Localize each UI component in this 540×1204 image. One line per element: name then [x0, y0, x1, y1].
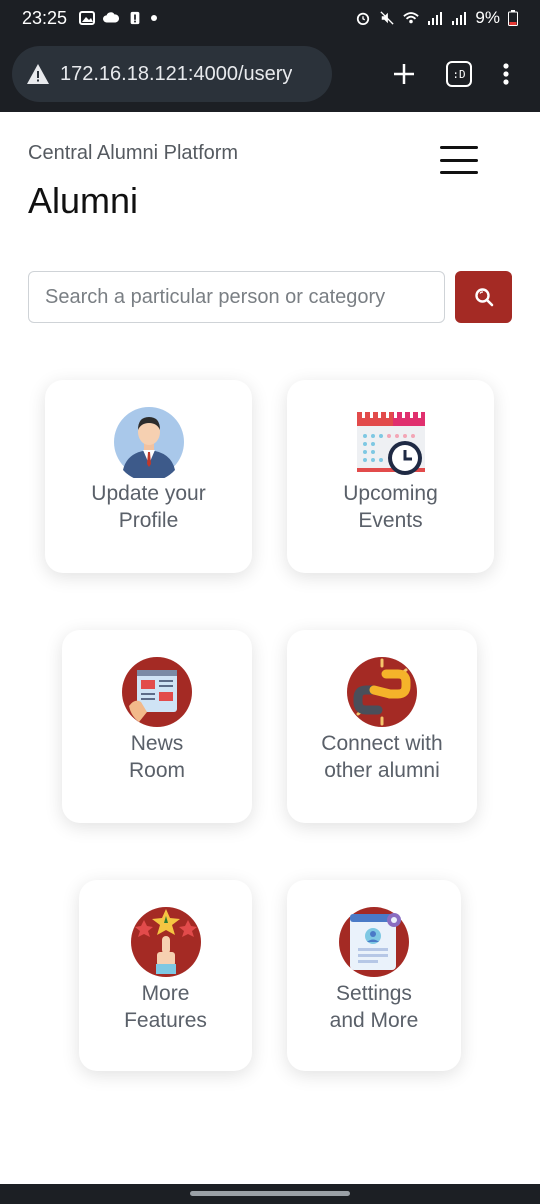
- news-room-card[interactable]: News Room: [62, 630, 252, 823]
- alarm-icon: [357, 12, 370, 25]
- newspaper-icon: [122, 657, 192, 727]
- more-features-card[interactable]: More Features: [79, 880, 252, 1071]
- chain-link-icon: [347, 657, 417, 727]
- search-input[interactable]: [28, 271, 445, 323]
- connect-alumni-card[interactable]: Connect with other alumni: [287, 630, 477, 823]
- browser-actions: :D: [392, 61, 528, 87]
- battery-percent: 9%: [475, 8, 500, 27]
- status-bar: 23:25 9%: [0, 0, 540, 36]
- upcoming-events-card[interactable]: Upcoming Events: [287, 380, 494, 573]
- star-rating-icon: [130, 907, 201, 977]
- notification-icons: [79, 11, 158, 25]
- update-profile-label: Update your Profile: [91, 482, 206, 532]
- profile-person-icon: [113, 407, 184, 478]
- navigation-bar: [0, 1184, 540, 1204]
- cloud-icon: [103, 12, 120, 23]
- settings-profile-icon: [339, 907, 409, 977]
- connect-alumni-label: Connect with other alumni: [321, 732, 443, 782]
- browser-toolbar: 172.16.18.121:4000/usery :D: [0, 36, 540, 112]
- home-gesture-handle[interactable]: [190, 1191, 350, 1196]
- page-title: Alumni: [28, 180, 139, 221]
- settings-label: Settings and More: [329, 982, 419, 1032]
- not-secure-warning-icon[interactable]: [26, 63, 50, 85]
- upcoming-events-label: Upcoming Events: [343, 482, 438, 532]
- search-icon: [474, 288, 493, 307]
- battery-icon: [508, 10, 518, 26]
- mute-icon: [380, 11, 395, 25]
- new-tab-plus-icon[interactable]: [392, 62, 416, 86]
- image-icon: [79, 11, 96, 25]
- platform-name: Central Alumni Platform: [28, 142, 239, 164]
- tab-switcher-button[interactable]: :D: [446, 61, 472, 87]
- url-text[interactable]: 172.16.18.121:4000/usery: [60, 63, 292, 86]
- signal-icon: [428, 12, 443, 25]
- page-content: Central Alumni Platform Alumni Update yo…: [0, 112, 540, 1184]
- menu-line-icon: [440, 171, 478, 174]
- more-menu-icon[interactable]: [502, 62, 510, 86]
- news-room-label: News Room: [128, 732, 186, 782]
- address-bar[interactable]: 172.16.18.121:4000/usery: [12, 46, 332, 102]
- calendar-clock-icon: [356, 408, 425, 475]
- menu-line-icon: [440, 146, 478, 149]
- settings-card[interactable]: Settings and More: [287, 880, 461, 1071]
- search-button[interactable]: [455, 271, 512, 323]
- signal-icon-2: [452, 12, 467, 25]
- more-features-label: More Features: [124, 982, 207, 1032]
- menu-line-icon: [440, 158, 478, 162]
- status-time: 23:25: [22, 7, 68, 28]
- alert-icon: [130, 11, 140, 25]
- wifi-icon: [403, 12, 420, 24]
- dot-icon: [151, 15, 158, 21]
- update-profile-card[interactable]: Update your Profile: [45, 380, 252, 573]
- hamburger-menu-button[interactable]: [440, 146, 478, 174]
- system-icons: 9%: [355, 8, 518, 28]
